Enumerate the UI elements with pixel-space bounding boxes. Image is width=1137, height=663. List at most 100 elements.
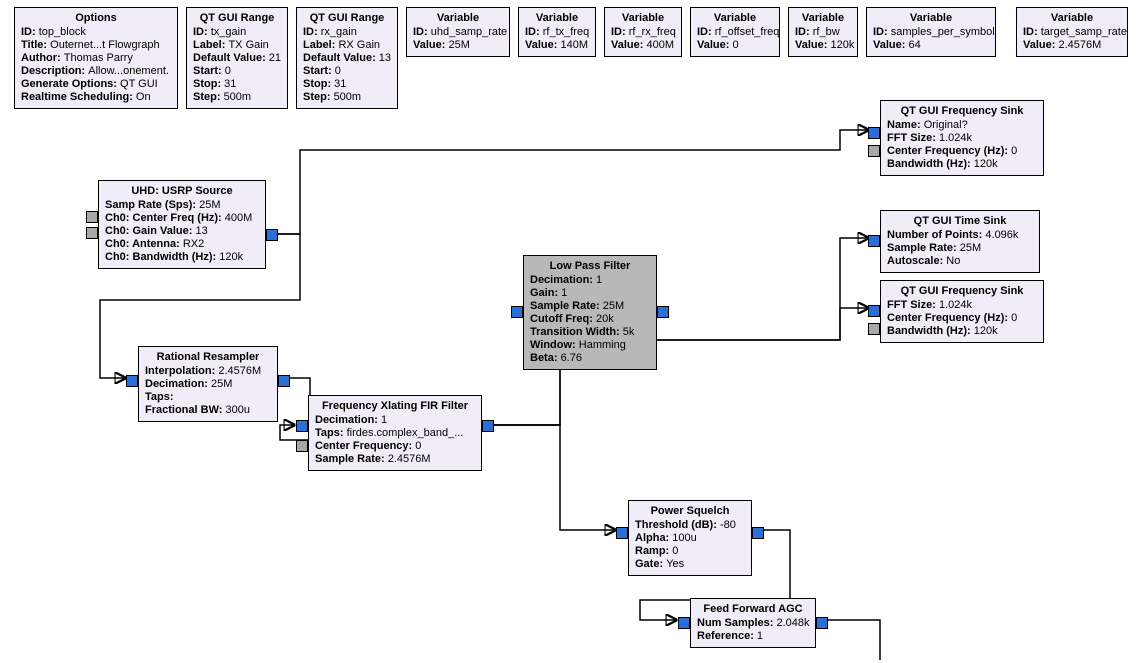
block-freq-xlating[interactable]: Frequency Xlating FIR Filter Decimation:… [308,395,482,471]
block-param-row: Alpha: 100u [635,532,745,545]
block-var-rf-bw[interactable]: Variable ID: rf_bwValue: 120k [788,7,858,57]
param-value: 0 [335,65,341,77]
block-var-rf-rx-freq[interactable]: Variable ID: rf_rx_freqValue: 400M [604,7,682,57]
block-qt-range-tx[interactable]: QT GUI Range ID: tx_gainLabel: TX GainDe… [186,7,288,109]
port-in-cmd[interactable] [86,211,98,223]
port-in[interactable] [868,235,880,247]
port-out[interactable] [266,229,278,241]
param-value: 6.76 [561,352,582,364]
block-var-rf-offset[interactable]: Variable ID: rf_offset_freqValue: 0 [690,7,780,57]
block-param-row: Samp Rate (Sps): 25M [105,199,259,212]
block-freq-sink-1[interactable]: QT GUI Frequency Sink Name: Original?FFT… [880,100,1044,176]
block-var-uhd-samp-rate[interactable]: Variable ID: uhd_samp_rateValue: 25M [406,7,510,57]
block-title: Variable [525,12,589,24]
param-value: TX Gain [228,39,268,51]
param-value: 25M [448,39,469,51]
block-body: ID: rx_gainLabel: RX GainDefault Value: … [303,26,391,104]
block-param-row: Value: 400M [611,39,675,52]
block-body: Interpolation: 2.4576MDecimation: 25MTap… [145,365,271,417]
param-value: Allow...onement. [88,65,169,77]
param-key: ID: [413,26,431,38]
port-in[interactable] [678,617,690,629]
port-in[interactable] [296,420,308,432]
param-key: Author: [21,52,64,64]
param-key: Value: [1023,39,1058,51]
block-power-squelch[interactable]: Power Squelch Threshold (dB): -80Alpha: … [628,500,752,576]
block-qt-range-rx[interactable]: QT GUI Range ID: rx_gainLabel: RX GainDe… [296,7,398,109]
port-in-cmd2[interactable] [86,227,98,239]
param-value: 100u [672,532,696,544]
block-param-row: Label: TX Gain [193,39,281,52]
block-title: Frequency Xlating FIR Filter [315,400,475,412]
port-out[interactable] [752,527,764,539]
param-value: firdes.complex_band_... [347,427,464,439]
block-freq-sink-2[interactable]: QT GUI Frequency Sink FFT Size: 1.024kCe… [880,280,1044,343]
block-param-row: ID: tx_gain [193,26,281,39]
param-key: Threshold (dB): [635,519,720,531]
port-out[interactable] [657,306,669,318]
param-value: 25M [960,242,981,254]
block-title: Variable [1023,12,1121,24]
param-key: Value: [697,39,732,51]
param-value: 20k [596,313,614,325]
param-key: Fractional BW: [145,404,225,416]
block-body: ID: rf_rx_freqValue: 400M [611,26,675,52]
param-key: Decimation: [530,274,596,286]
port-in[interactable] [511,306,523,318]
block-param-row: Default Value: 13 [303,52,391,65]
block-options[interactable]: Options ID: top_blockTitle: Outernet...t… [14,7,178,109]
param-key: Sample Rate: [315,453,388,465]
port-out[interactable] [816,617,828,629]
port-in[interactable] [616,527,628,539]
port-out[interactable] [482,420,494,432]
param-key: Taps: [315,427,347,439]
param-value: On [136,91,151,103]
param-value: 31 [334,78,346,90]
block-var-sps[interactable]: Variable ID: samples_per_symbolValue: 64 [866,7,996,57]
port-in-freq[interactable] [296,440,308,452]
param-key: ID: [525,26,543,38]
block-title: QT GUI Time Sink [887,215,1033,227]
param-key: FFT Size: [887,132,939,144]
port-in-freq[interactable] [868,323,880,335]
port-in[interactable] [126,375,138,387]
param-key: Bandwidth (Hz): [887,158,974,170]
param-key: Ch0: Gain Value: [105,225,195,237]
port-out[interactable] [278,375,290,387]
block-var-rf-tx-freq[interactable]: Variable ID: rf_tx_freqValue: 140M [518,7,596,57]
param-key: Window: [530,339,579,351]
block-param-row: ID: rf_rx_freq [611,26,675,39]
block-title: Feed Forward AGC [697,603,809,615]
block-param-row: Ch0: Antenna: RX2 [105,238,259,251]
param-key: Center Frequency: [315,440,415,452]
port-in[interactable] [868,305,880,317]
block-rational-resampler[interactable]: Rational Resampler Interpolation: 2.4576… [138,346,278,422]
block-var-target-rate[interactable]: Variable ID: target_samp_rateValue: 2.45… [1016,7,1128,57]
port-in-freq[interactable] [868,145,880,157]
block-param-row: Stop: 31 [303,78,391,91]
param-value: 5k [623,326,635,338]
block-param-row: Autoscale: No [887,255,1033,268]
param-value: 120k [974,325,998,337]
block-time-sink[interactable]: QT GUI Time Sink Number of Points: 4.096… [880,210,1040,273]
block-param-row: Sample Rate: 25M [887,242,1033,255]
block-param-row: Threshold (dB): -80 [635,519,745,532]
block-body: ID: rf_bwValue: 120k [795,26,851,52]
param-value: 25M [211,378,232,390]
param-value: 13 [379,52,391,64]
param-value: 300u [225,404,249,416]
block-body: Decimation: 1Gain: 1Sample Rate: 25MCuto… [530,274,650,365]
param-key: Realtime Scheduling: [21,91,136,103]
param-key: ID: [21,26,39,38]
block-title: QT GUI Range [193,12,281,24]
block-title: QT GUI Range [303,12,391,24]
block-low-pass-filter[interactable]: Low Pass Filter Decimation: 1Gain: 1Samp… [523,255,657,370]
block-ff-agc[interactable]: Feed Forward AGC Num Samples: 2.048kRefe… [690,598,816,648]
block-usrp-source[interactable]: UHD: USRP Source Samp Rate (Sps): 25MCh0… [98,180,266,269]
block-param-row: Start: 0 [193,65,281,78]
param-key: ID: [1023,26,1041,38]
param-key: Sample Rate: [530,300,603,312]
port-in[interactable] [868,127,880,139]
param-key: Step: [193,91,224,103]
block-param-row: ID: target_samp_rate [1023,26,1121,39]
